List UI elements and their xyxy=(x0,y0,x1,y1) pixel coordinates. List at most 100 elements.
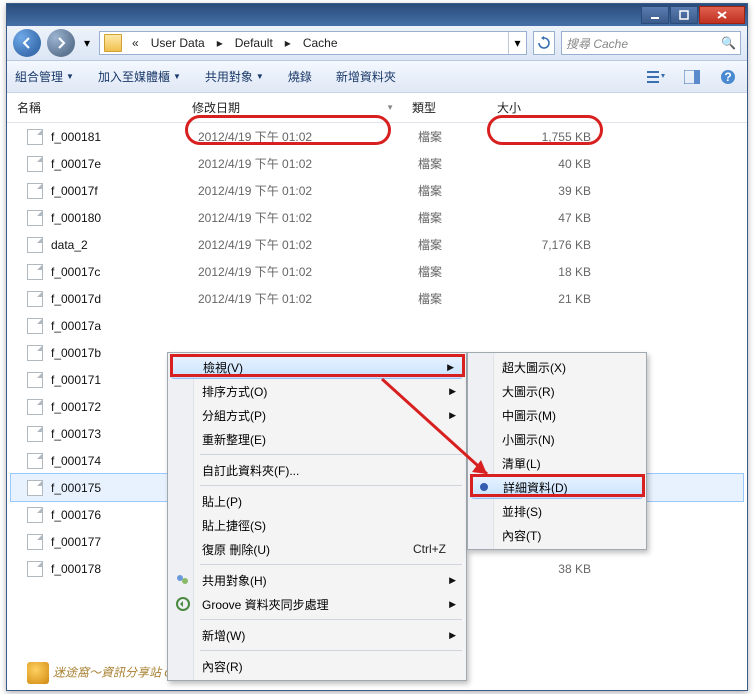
submenu-small-icons[interactable]: 小圖示(N) xyxy=(470,427,644,451)
submenu-list[interactable]: 清單(L) xyxy=(470,451,644,475)
share-menu[interactable]: 共用對象▼ xyxy=(205,68,264,85)
maximize-button[interactable] xyxy=(670,6,698,24)
breadcrumb-sep[interactable]: « xyxy=(126,32,145,54)
breadcrumb-cache[interactable]: Cache xyxy=(297,32,344,54)
file-row[interactable]: f_0001802012/4/19 下午 01:02檔案47 KB xyxy=(7,204,747,231)
column-name[interactable]: 名稱 xyxy=(7,93,182,122)
file-icon xyxy=(27,345,43,361)
menu-sort[interactable]: 排序方式(O)▶ xyxy=(170,379,464,403)
file-icon xyxy=(27,453,43,469)
file-icon xyxy=(27,210,43,226)
file-icon xyxy=(27,426,43,442)
menu-refresh[interactable]: 重新整理(E) xyxy=(170,427,464,451)
file-size: 38 KB xyxy=(503,562,603,576)
add-to-library-menu[interactable]: 加入至媒體櫃▼ xyxy=(98,68,181,85)
search-input[interactable]: 搜尋 Cache 🔍 xyxy=(561,31,741,55)
file-date: 2012/4/19 下午 01:02 xyxy=(198,236,418,253)
file-type: 檔案 xyxy=(418,263,503,280)
file-name: f_00017d xyxy=(51,292,198,306)
file-size: 40 KB xyxy=(503,157,603,171)
menu-groove-sync[interactable]: Groove 資料夾同步處理▶ xyxy=(170,592,464,616)
file-size: 39 KB xyxy=(503,184,603,198)
menu-undo[interactable]: 復原 刪除(U)Ctrl+Z xyxy=(170,537,464,561)
toolbar: 組合管理▼ 加入至媒體櫃▼ 共用對象▼ 燒錄 新增資料夾 ? xyxy=(7,61,747,93)
share-icon xyxy=(176,573,190,587)
file-type: 檔案 xyxy=(418,236,503,253)
titlebar xyxy=(7,4,747,26)
explorer-window: ▾ « User Data ▸ Default ▸ Cache ▾ 搜尋 Cac… xyxy=(6,3,748,691)
search-placeholder: 搜尋 Cache xyxy=(566,35,628,52)
file-row[interactable]: f_0001812012/4/19 下午 01:02檔案1,755 KB xyxy=(7,123,747,150)
file-type: 檔案 xyxy=(418,182,503,199)
burn-button[interactable]: 燒錄 xyxy=(288,68,312,85)
column-size[interactable]: 大小 xyxy=(487,93,607,122)
submenu-details[interactable]: 詳細資料(D) xyxy=(471,475,643,499)
file-icon xyxy=(27,561,43,577)
file-size: 7,176 KB xyxy=(503,238,603,252)
file-icon xyxy=(27,129,43,145)
file-row[interactable]: f_00017d2012/4/19 下午 01:02檔案21 KB xyxy=(7,285,747,312)
menu-paste[interactable]: 貼上(P) xyxy=(170,489,464,513)
file-icon xyxy=(27,318,43,334)
minimize-button[interactable] xyxy=(641,6,669,24)
nav-row: ▾ « User Data ▸ Default ▸ Cache ▾ 搜尋 Cac… xyxy=(7,26,747,61)
file-icon xyxy=(27,237,43,253)
breadcrumb-sep: ▸ xyxy=(211,32,229,54)
column-date[interactable]: 修改日期▼ xyxy=(182,93,402,122)
submenu-content[interactable]: 內容(T) xyxy=(470,523,644,547)
file-icon xyxy=(27,183,43,199)
file-type: 檔案 xyxy=(418,209,503,226)
menu-group[interactable]: 分組方式(P)▶ xyxy=(170,403,464,427)
submenu-medium-icons[interactable]: 中圖示(M) xyxy=(470,403,644,427)
file-icon xyxy=(27,291,43,307)
file-row[interactable]: f_00017f2012/4/19 下午 01:02檔案39 KB xyxy=(7,177,747,204)
view-mode-dropdown[interactable] xyxy=(645,66,667,88)
breadcrumb-default[interactable]: Default xyxy=(229,32,279,54)
back-button[interactable] xyxy=(13,29,41,57)
file-row[interactable]: f_00017c2012/4/19 下午 01:02檔案18 KB xyxy=(7,258,747,285)
file-row[interactable]: f_00017a xyxy=(7,312,747,339)
submenu-large-icons[interactable]: 大圖示(R) xyxy=(470,379,644,403)
file-row[interactable]: f_00017e2012/4/19 下午 01:02檔案40 KB xyxy=(7,150,747,177)
forward-button[interactable] xyxy=(47,29,75,57)
radio-selected-icon xyxy=(480,483,488,491)
file-name: data_2 xyxy=(51,238,198,252)
file-type: 檔案 xyxy=(418,290,503,307)
close-button[interactable] xyxy=(699,6,745,24)
organize-menu[interactable]: 組合管理▼ xyxy=(15,68,74,85)
file-name: f_00017c xyxy=(51,265,198,279)
view-submenu: 超大圖示(X) 大圖示(R) 中圖示(M) 小圖示(N) 清單(L) 詳細資料(… xyxy=(467,352,647,550)
address-bar[interactable]: « User Data ▸ Default ▸ Cache ▾ xyxy=(99,31,527,55)
file-icon xyxy=(27,507,43,523)
nav-history-dropdown[interactable]: ▾ xyxy=(81,32,93,54)
file-date: 2012/4/19 下午 01:02 xyxy=(198,263,418,280)
svg-text:?: ? xyxy=(724,70,731,84)
file-name: f_000181 xyxy=(51,130,198,144)
help-button[interactable]: ? xyxy=(717,66,739,88)
file-date: 2012/4/19 下午 01:02 xyxy=(198,209,418,226)
menu-new[interactable]: 新增(W)▶ xyxy=(170,623,464,647)
menu-properties[interactable]: 內容(R) xyxy=(170,654,464,678)
refresh-button[interactable] xyxy=(533,31,555,55)
menu-share[interactable]: 共用對象(H)▶ xyxy=(170,568,464,592)
file-date: 2012/4/19 下午 01:02 xyxy=(198,128,418,145)
file-name: f_00017f xyxy=(51,184,198,198)
file-icon xyxy=(27,399,43,415)
folder-icon xyxy=(104,34,122,52)
preview-pane-button[interactable] xyxy=(681,66,703,88)
file-name: f_00017e xyxy=(51,157,198,171)
file-row[interactable]: data_22012/4/19 下午 01:02檔案7,176 KB xyxy=(7,231,747,258)
breadcrumb-userdata[interactable]: User Data xyxy=(145,32,211,54)
column-type[interactable]: 類型 xyxy=(402,93,487,122)
file-icon xyxy=(27,534,43,550)
menu-customize-folder[interactable]: 自訂此資料夾(F)... xyxy=(170,458,464,482)
submenu-extra-large-icons[interactable]: 超大圖示(X) xyxy=(470,355,644,379)
menu-paste-shortcut[interactable]: 貼上捷徑(S) xyxy=(170,513,464,537)
submenu-tiles[interactable]: 並排(S) xyxy=(470,499,644,523)
file-date: 2012/4/19 下午 01:02 xyxy=(198,155,418,172)
groove-icon xyxy=(176,597,190,611)
file-type: 檔案 xyxy=(418,128,503,145)
menu-view[interactable]: 檢視(V)▶ xyxy=(171,355,463,379)
new-folder-button[interactable]: 新增資料夾 xyxy=(336,68,396,85)
address-dropdown[interactable]: ▾ xyxy=(508,32,526,54)
